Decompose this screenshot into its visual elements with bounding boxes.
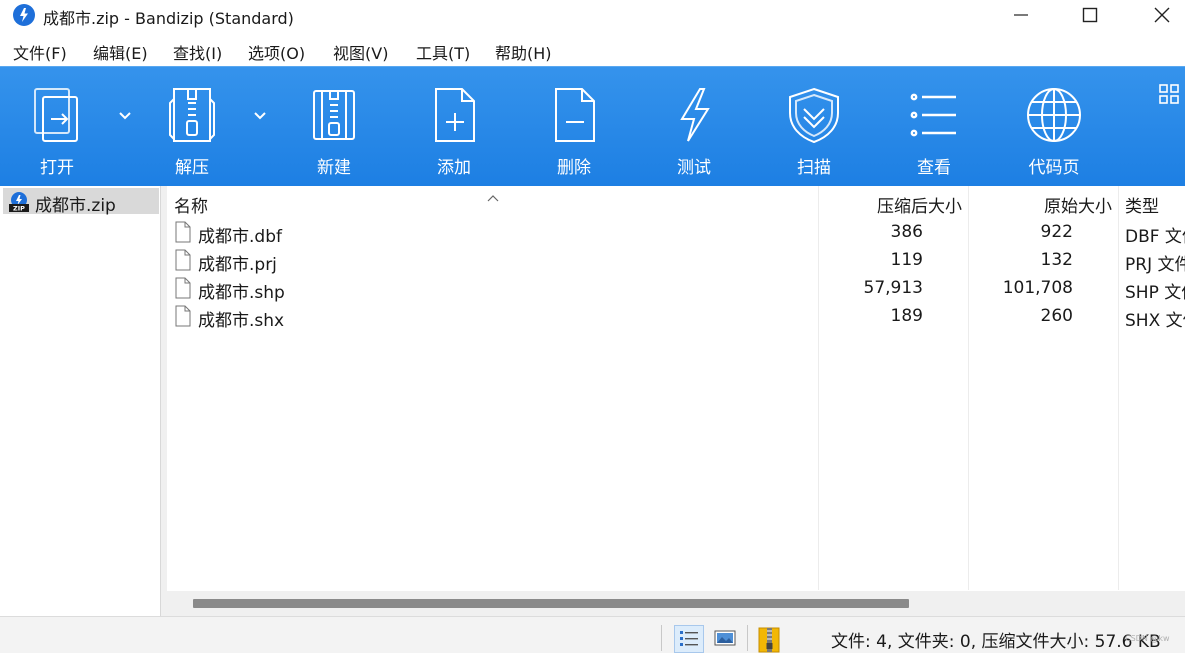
file-list: 名称 压缩后大小 原始大小 类型 成都市.dbf 386 922 DBF 文件 … bbox=[167, 186, 1185, 616]
file-name: 成都市.shp bbox=[198, 283, 285, 303]
sort-ascending-icon bbox=[487, 187, 499, 202]
file-original-size: 260 bbox=[1040, 306, 1073, 326]
file-icon bbox=[175, 249, 191, 271]
menu-edit[interactable]: 编辑(E) bbox=[93, 40, 148, 64]
file-original-size: 922 bbox=[1040, 222, 1073, 242]
extract-label: 解压 bbox=[175, 158, 209, 178]
thumbnail-view-button[interactable] bbox=[711, 625, 741, 653]
menu-file[interactable]: 文件(F) bbox=[13, 40, 67, 64]
layout-grid-icon[interactable] bbox=[1158, 83, 1180, 105]
codepage-label: 代码页 bbox=[1028, 158, 1080, 178]
column-type-label: 类型 bbox=[1125, 197, 1159, 217]
extract-dropdown-chevron-icon[interactable] bbox=[252, 107, 268, 121]
file-type: SHP 文件 bbox=[1125, 283, 1185, 303]
file-name: 成都市.prj bbox=[198, 255, 277, 275]
file-icon bbox=[175, 305, 191, 327]
maximize-button[interactable] bbox=[1067, 0, 1113, 30]
menu-view[interactable]: 视图(V) bbox=[333, 40, 388, 64]
file-type: SHX 文件 bbox=[1125, 311, 1185, 331]
window-title: 成都市.zip - Bandizip (Standard) bbox=[43, 9, 294, 28]
column-original-label: 原始大小 bbox=[1044, 197, 1112, 217]
main-toolbar: 打开 解压 新建 添加 删除 测试 扫描 查看 代码页 bbox=[0, 66, 1185, 186]
file-type: PRJ 文件 bbox=[1125, 255, 1185, 275]
folder-tree: ZIP 成都市.zip bbox=[0, 186, 161, 616]
column-header-original-size[interactable]: 原始大小 bbox=[969, 186, 1117, 218]
scan-button[interactable]: 扫描 bbox=[759, 67, 869, 187]
file-compressed-size: 119 bbox=[890, 250, 923, 270]
file-row[interactable]: 成都市.shp 57,913 101,708 SHP 文件 bbox=[167, 274, 1185, 303]
tree-item-archive-root[interactable]: ZIP 成都市.zip bbox=[3, 188, 159, 216]
menu-tools[interactable]: 工具(T) bbox=[416, 40, 470, 64]
view-button[interactable]: 查看 bbox=[879, 67, 989, 187]
extract-button[interactable]: 解压 bbox=[137, 67, 247, 187]
svg-text:ZIP: ZIP bbox=[13, 205, 25, 213]
view-label: 查看 bbox=[917, 158, 951, 178]
minimize-button[interactable] bbox=[998, 0, 1044, 30]
list-view-icon bbox=[879, 85, 989, 147]
globe-icon bbox=[999, 85, 1109, 147]
file-icon bbox=[175, 277, 191, 299]
file-row[interactable]: 成都市.shx 189 260 SHX 文件 bbox=[167, 302, 1185, 331]
column-header-type[interactable]: 类型 bbox=[1125, 186, 1185, 218]
column-header-compressed-size[interactable]: 压缩后大小 bbox=[819, 186, 967, 218]
file-name: 成都市.dbf bbox=[198, 227, 282, 247]
menu-find[interactable]: 查找(I) bbox=[173, 40, 222, 64]
file-row[interactable]: 成都市.dbf 386 922 DBF 文件 bbox=[167, 218, 1185, 247]
file-type: DBF 文件 bbox=[1125, 227, 1185, 247]
delete-label: 删除 bbox=[557, 158, 591, 178]
zip-archive-icon: ZIP bbox=[8, 192, 30, 213]
file-compressed-size: 189 bbox=[890, 306, 923, 326]
file-icon bbox=[175, 221, 191, 243]
menu-options[interactable]: 选项(O) bbox=[248, 40, 305, 64]
scan-label: 扫描 bbox=[797, 158, 831, 178]
file-original-size: 101,708 bbox=[1002, 278, 1073, 298]
lightning-icon bbox=[639, 85, 749, 147]
title-bar: 成都市.zip - Bandizip (Standard) bbox=[0, 0, 1185, 33]
column-compressed-label: 压缩后大小 bbox=[877, 197, 962, 217]
file-row[interactable]: 成都市.prj 119 132 PRJ 文件 bbox=[167, 246, 1185, 275]
tree-item-label: 成都市.zip bbox=[35, 196, 116, 216]
new-label: 新建 bbox=[317, 158, 351, 178]
column-name-label: 名称 bbox=[174, 197, 208, 217]
open-button[interactable]: 打开 bbox=[2, 67, 112, 187]
menu-bar: 文件(F) 编辑(E) 查找(I) 选项(O) 视图(V) 工具(T) 帮助(H… bbox=[0, 33, 1185, 66]
zip-folder-icon bbox=[758, 627, 780, 653]
status-bar: 文件: 4, 文件夹: 0, 压缩文件大小: 57.6 KB CSDN @kw bbox=[0, 616, 1185, 653]
shield-icon bbox=[759, 85, 869, 147]
new-archive-icon bbox=[279, 85, 389, 147]
status-divider bbox=[747, 625, 748, 651]
test-button[interactable]: 测试 bbox=[639, 67, 749, 187]
add-button[interactable]: 添加 bbox=[399, 67, 509, 187]
file-compressed-size: 386 bbox=[890, 222, 923, 242]
codepage-button[interactable]: 代码页 bbox=[999, 67, 1109, 187]
open-label: 打开 bbox=[40, 158, 74, 178]
delete-file-icon bbox=[519, 85, 629, 147]
scrollbar-thumb[interactable] bbox=[193, 599, 909, 608]
archive-info-button[interactable] bbox=[755, 625, 785, 653]
close-button[interactable] bbox=[1139, 0, 1185, 30]
add-file-icon bbox=[399, 85, 509, 147]
details-view-button[interactable] bbox=[674, 625, 704, 653]
extract-zipper-icon bbox=[137, 85, 247, 147]
watermark-text: CSDN @kw bbox=[1125, 634, 1170, 643]
status-summary: 文件: 4, 文件夹: 0, 压缩文件大小: 57.6 KB bbox=[831, 632, 1161, 652]
add-label: 添加 bbox=[437, 158, 471, 178]
new-button[interactable]: 新建 bbox=[279, 67, 389, 187]
status-divider bbox=[661, 625, 662, 651]
image-view-icon bbox=[714, 630, 736, 646]
menu-help[interactable]: 帮助(H) bbox=[495, 40, 552, 64]
file-name: 成都市.shx bbox=[198, 311, 285, 331]
details-view-icon bbox=[680, 631, 698, 646]
open-dropdown-chevron-icon[interactable] bbox=[117, 107, 133, 121]
file-compressed-size: 57,913 bbox=[863, 278, 923, 298]
delete-button[interactable]: 删除 bbox=[519, 67, 629, 187]
test-label: 测试 bbox=[677, 158, 711, 178]
horizontal-scrollbar[interactable] bbox=[167, 591, 1185, 616]
open-archive-icon bbox=[2, 85, 112, 147]
file-original-size: 132 bbox=[1040, 250, 1073, 270]
bandizip-logo-icon bbox=[13, 4, 35, 26]
